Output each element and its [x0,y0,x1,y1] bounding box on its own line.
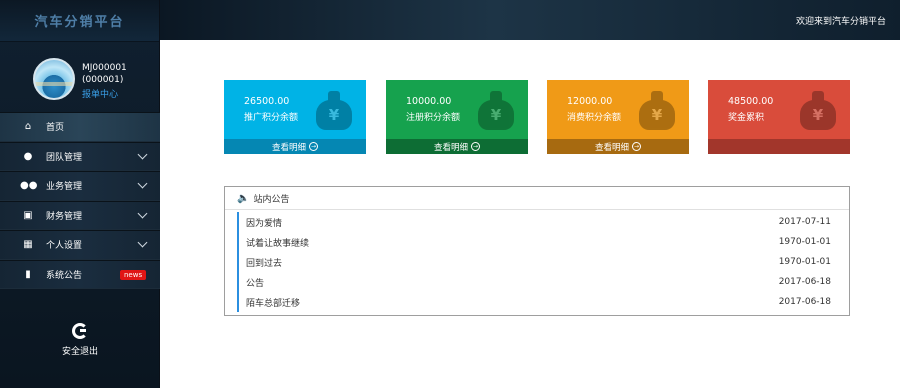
home-icon: ⌂ [24,121,32,133]
sidebar-item-label: 系统公告 [46,270,83,281]
sidebar-item-business[interactable]: ●● 业务管理 [0,171,160,201]
card-bonus-total: 48500.00 奖金累积 ¥ [708,80,850,154]
money-bag-icon: ¥ [316,88,352,130]
card-label: 奖金累积 [728,113,765,123]
view-details-label: 查看明细 [271,142,306,153]
logout-label: 安全退出 [61,347,98,357]
chevron-down-icon [137,237,148,248]
list-item[interactable]: 公告 2017-06-18 [237,272,831,292]
view-details-label: 查看明细 [433,142,468,153]
list-item[interactable]: 试着让故事继续 1970-01-01 [237,232,831,252]
card-amount: 12000.00 [567,96,613,107]
card-amount: 10000.00 [406,96,452,107]
app-logo: 汽车分销平台 [0,0,159,42]
card-label: 推广积分余额 [244,113,299,123]
announcement-date: 2017-06-18 [778,277,831,287]
report-center-link[interactable]: 报单中心 [82,87,118,100]
sidebar-item-label: 业务管理 [46,182,83,193]
announcement-date: 1970-01-01 [778,237,831,247]
sidebar-menu: ⌂ 首页 ● 团队管理 ●● 业务管理 ▣ 财务管理 ▦ 个人设置 ▮ 系统公告… [0,112,160,289]
profile-userid: (000001) [82,75,124,85]
card-registration-points: 10000.00 注册积分余额 ¥ 查看明细 → [386,80,528,154]
view-details-link[interactable]: 查看明细 → [224,139,366,154]
card-amount: 48500.00 [728,96,774,107]
announcement-date: 2017-06-18 [778,297,831,307]
list-item[interactable]: 因为爱情 2017-07-11 [237,212,831,232]
sidebar-item-team[interactable]: ● 团队管理 [0,141,160,171]
announcement-title: 公告 [246,278,265,289]
view-details-label: 查看明细 [594,142,629,153]
sidebar-item-label: 首页 [46,123,65,134]
chevron-down-icon [137,178,148,189]
announcement-date: 2017-07-11 [778,217,831,227]
card-label: 注册积分余额 [406,113,461,123]
announcement-title: 试着让故事继续 [246,238,310,249]
chevron-down-icon [137,149,148,159]
sidebar-item-announcements[interactable]: ▮ 系统公告 news [0,259,160,289]
view-details-link[interactable]: 查看明细 → [386,139,528,154]
list-item[interactable]: 回到过去 1970-01-01 [237,252,831,272]
view-details-link[interactable]: 查看明细 → [547,139,689,154]
money-bag-icon: ¥ [478,88,514,130]
card-amount: 26500.00 [244,96,290,107]
settings-icon: ▦ [23,239,33,251]
arrow-right-circle-icon: → [471,142,480,151]
arrow-right-circle-icon: → [632,142,641,151]
arrow-right-circle-icon: → [309,142,318,151]
news-badge: news [120,269,147,280]
card-consumption-points: 12000.00 消费积分余额 ¥ 查看明细 → [547,80,689,154]
top-header: 欢迎来到汽车分销平台 [160,0,900,40]
announcements-header: 🔈 站内公告 [225,187,849,210]
announcement-title: 因为爱情 [246,218,283,229]
avatar[interactable] [33,58,75,100]
money-bag-icon: ¥ [800,88,836,130]
sidebar-item-home[interactable]: ⌂ 首页 [0,112,160,142]
card-footer-bar [708,139,850,154]
chevron-down-icon [137,208,148,218]
sidebar-item-settings[interactable]: ▦ 个人设置 [0,230,160,260]
logout-button[interactable]: 安全退出 [0,323,160,357]
announcements-title: 站内公告 [253,194,290,205]
card-promotion-points: 26500.00 推广积分余额 ¥ 查看明细 → [224,80,366,154]
sidebar: 汽车分销平台 MJ000001 (000001) 报单中心 ⌂ 首页 ● 团队管… [0,0,160,388]
sidebar-item-finance[interactable]: ▣ 财务管理 [0,200,160,230]
power-icon [72,323,88,339]
profile-username: MJ000001 [82,63,127,73]
user-icon: ● [23,150,33,162]
announcement-title: 陌车总部迁移 [246,298,301,309]
sidebar-item-label: 个人设置 [46,241,83,252]
speaker-icon: 🔈 [237,192,250,204]
announcement-date: 1970-01-01 [778,257,831,267]
users-icon: ●● [20,180,38,192]
money-bag-icon: ¥ [639,88,675,130]
finance-icon: ▣ [23,209,33,221]
speaker-icon: ▮ [25,268,31,280]
announcement-title: 回到过去 [246,258,283,269]
profile-name: MJ000001 (000001) [82,62,127,86]
welcome-text: 欢迎来到汽车分销平台 [795,17,886,27]
list-item[interactable]: 陌车总部迁移 2017-06-18 [237,292,831,312]
sidebar-item-label: 团队管理 [46,152,83,163]
card-label: 消费积分余额 [567,113,622,123]
sidebar-item-label: 财务管理 [46,211,83,222]
announcements-panel: 🔈 站内公告 因为爱情 2017-07-11 试着让故事继续 1970-01-0… [224,186,850,316]
user-profile: MJ000001 (000001) 报单中心 [0,42,159,112]
